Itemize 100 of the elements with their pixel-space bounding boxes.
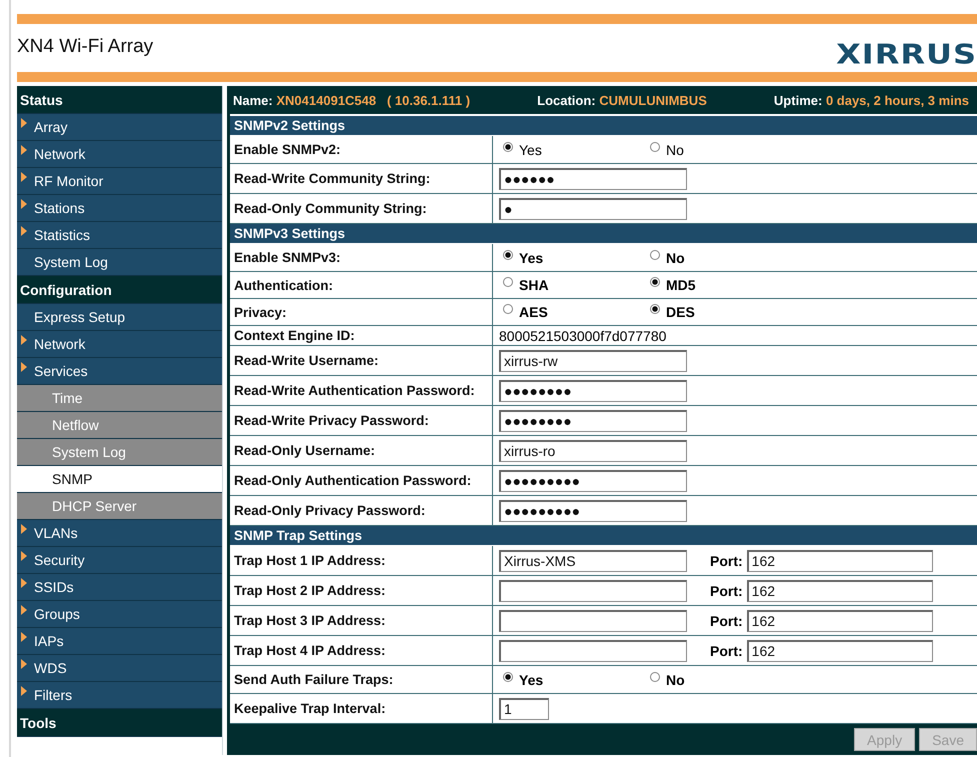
sidebar-heading: Configuration <box>17 276 222 304</box>
text-field[interactable]: ● <box>499 198 687 220</box>
radio-label: No <box>666 142 684 158</box>
arrow-icon <box>21 172 27 182</box>
arrow-icon <box>21 686 27 696</box>
field-label: Read-Only Privacy Password: <box>230 496 493 525</box>
text-field[interactable]: ●●●●●●●● <box>499 410 687 432</box>
field-label: Read-Write Community String: <box>230 164 493 193</box>
text-field[interactable]: ●●●●●●●●● <box>499 500 687 522</box>
radio-icon[interactable] <box>503 277 513 287</box>
radio-icon[interactable] <box>650 250 660 260</box>
radio-label: MD5 <box>666 277 696 293</box>
field-label: Trap Host 2 IP Address: <box>230 576 493 605</box>
radio-icon[interactable] <box>503 250 513 260</box>
sidebar-item[interactable]: Express Setup <box>17 304 222 331</box>
port-label: Port: <box>710 642 743 658</box>
field-label: Read-Write Username: <box>230 346 493 375</box>
sidebar-item[interactable]: Security <box>17 547 222 574</box>
radio-label: Yes <box>519 142 542 158</box>
page-title: XN4 Wi-Fi Array <box>17 36 154 58</box>
field-label: Keepalive Trap Interval: <box>230 694 493 723</box>
sidebar-heading: Status <box>17 86 222 114</box>
field-label: Trap Host 1 IP Address: <box>230 546 493 575</box>
port-label: Port: <box>710 552 743 568</box>
text-field[interactable]: xirrus-ro <box>499 440 687 462</box>
sidebar-item[interactable]: Statistics <box>17 222 222 249</box>
radio-option[interactable]: Yes <box>499 142 646 158</box>
arrow-icon <box>21 226 27 236</box>
field-label: Enable SNMPv3: <box>230 244 493 271</box>
port-field[interactable]: 162 <box>746 610 933 632</box>
ip-field[interactable] <box>499 640 687 662</box>
radio-label: Yes <box>519 250 544 266</box>
field-label: Trap Host 4 IP Address: <box>230 636 493 665</box>
radio-label: AES <box>519 304 548 320</box>
radio-icon[interactable] <box>503 142 513 152</box>
sidebar-item[interactable]: VLANs <box>17 520 222 547</box>
text-field[interactable]: ●●●●●●●● <box>499 380 687 402</box>
text-field[interactable]: xirrus-rw <box>499 350 687 372</box>
sidebar-item[interactable]: Network <box>17 141 222 168</box>
field-label: Enable SNMPv2: <box>230 136 493 163</box>
sidebar-item[interactable]: System Log <box>17 249 222 276</box>
text-field[interactable]: 1 <box>499 698 549 720</box>
radio-option[interactable]: Yes <box>499 672 646 688</box>
sidebar-item[interactable]: RF Monitor <box>17 168 222 195</box>
arrow-icon <box>21 199 27 209</box>
radio-label: Yes <box>519 672 544 688</box>
sidebar-item[interactable]: Network <box>17 331 222 358</box>
port-field[interactable]: 162 <box>746 550 933 572</box>
arrow-icon <box>21 632 27 642</box>
field-label: Send Auth Failure Traps: <box>230 666 493 693</box>
radio-option[interactable]: No <box>646 672 793 688</box>
arrow-icon <box>21 578 27 588</box>
sidebar-item[interactable]: SSIDs <box>17 574 222 601</box>
sidebar-item[interactable]: Stations <box>17 195 222 222</box>
sidebar-heading: Tools <box>17 709 222 737</box>
arrow-icon <box>21 659 27 669</box>
arrow-icon <box>21 145 27 155</box>
logo: XIRRUS <box>836 38 977 70</box>
ip-field[interactable] <box>499 610 687 632</box>
sidebar-item[interactable]: Services <box>17 358 222 385</box>
text-field[interactable]: ●●●●●● <box>499 168 687 190</box>
radio-icon[interactable] <box>650 142 660 152</box>
sidebar-item[interactable]: Array <box>17 114 222 141</box>
sidebar-item[interactable]: Filters <box>17 682 222 709</box>
info-text: Uptime: 0 days, 2 hours, 3 mins <box>774 92 969 108</box>
field-label: Read-Only Authentication Password: <box>230 466 493 495</box>
port-label: Port: <box>710 612 743 628</box>
radio-icon[interactable] <box>650 672 660 682</box>
radio-icon[interactable] <box>650 304 660 314</box>
radio-option[interactable]: AES <box>499 304 646 320</box>
arrow-icon <box>21 335 27 345</box>
radio-icon[interactable] <box>650 277 660 287</box>
field-value: 8000521503000f7d077780 <box>499 328 666 344</box>
radio-option[interactable]: Yes <box>499 250 646 266</box>
radio-icon[interactable] <box>503 672 513 682</box>
ip-field[interactable]: Xirrus-XMS <box>499 550 687 572</box>
radio-label: No <box>666 672 685 688</box>
radio-label: No <box>666 250 685 266</box>
sidebar-item[interactable]: IAPs <box>17 628 222 655</box>
port-field[interactable]: 162 <box>746 580 933 602</box>
section-heading: SNMPv2 Settings <box>230 116 977 136</box>
section-heading: SNMP Trap Settings <box>230 526 977 546</box>
sidebar-item[interactable]: WDS <box>17 655 222 682</box>
radio-label: DES <box>666 304 695 320</box>
field-label: Context Engine ID: <box>230 326 493 345</box>
text-field[interactable]: ●●●●●●●●● <box>499 470 687 492</box>
port-field[interactable]: 162 <box>746 640 933 662</box>
radio-option[interactable]: SHA <box>499 277 646 293</box>
section-heading: SNMPv3 Settings <box>230 224 977 244</box>
sidebar-item[interactable]: Groups <box>17 601 222 628</box>
radio-option[interactable]: No <box>646 142 793 158</box>
radio-option[interactable]: MD5 <box>646 277 793 293</box>
field-label: Privacy: <box>230 299 493 325</box>
arrow-icon <box>21 524 27 534</box>
field-label: Read-Write Authentication Password: <box>230 376 493 405</box>
radio-option[interactable]: DES <box>646 304 793 320</box>
arrow-icon <box>21 605 27 615</box>
radio-option[interactable]: No <box>646 250 793 266</box>
radio-icon[interactable] <box>503 304 513 314</box>
ip-field[interactable] <box>499 580 687 602</box>
